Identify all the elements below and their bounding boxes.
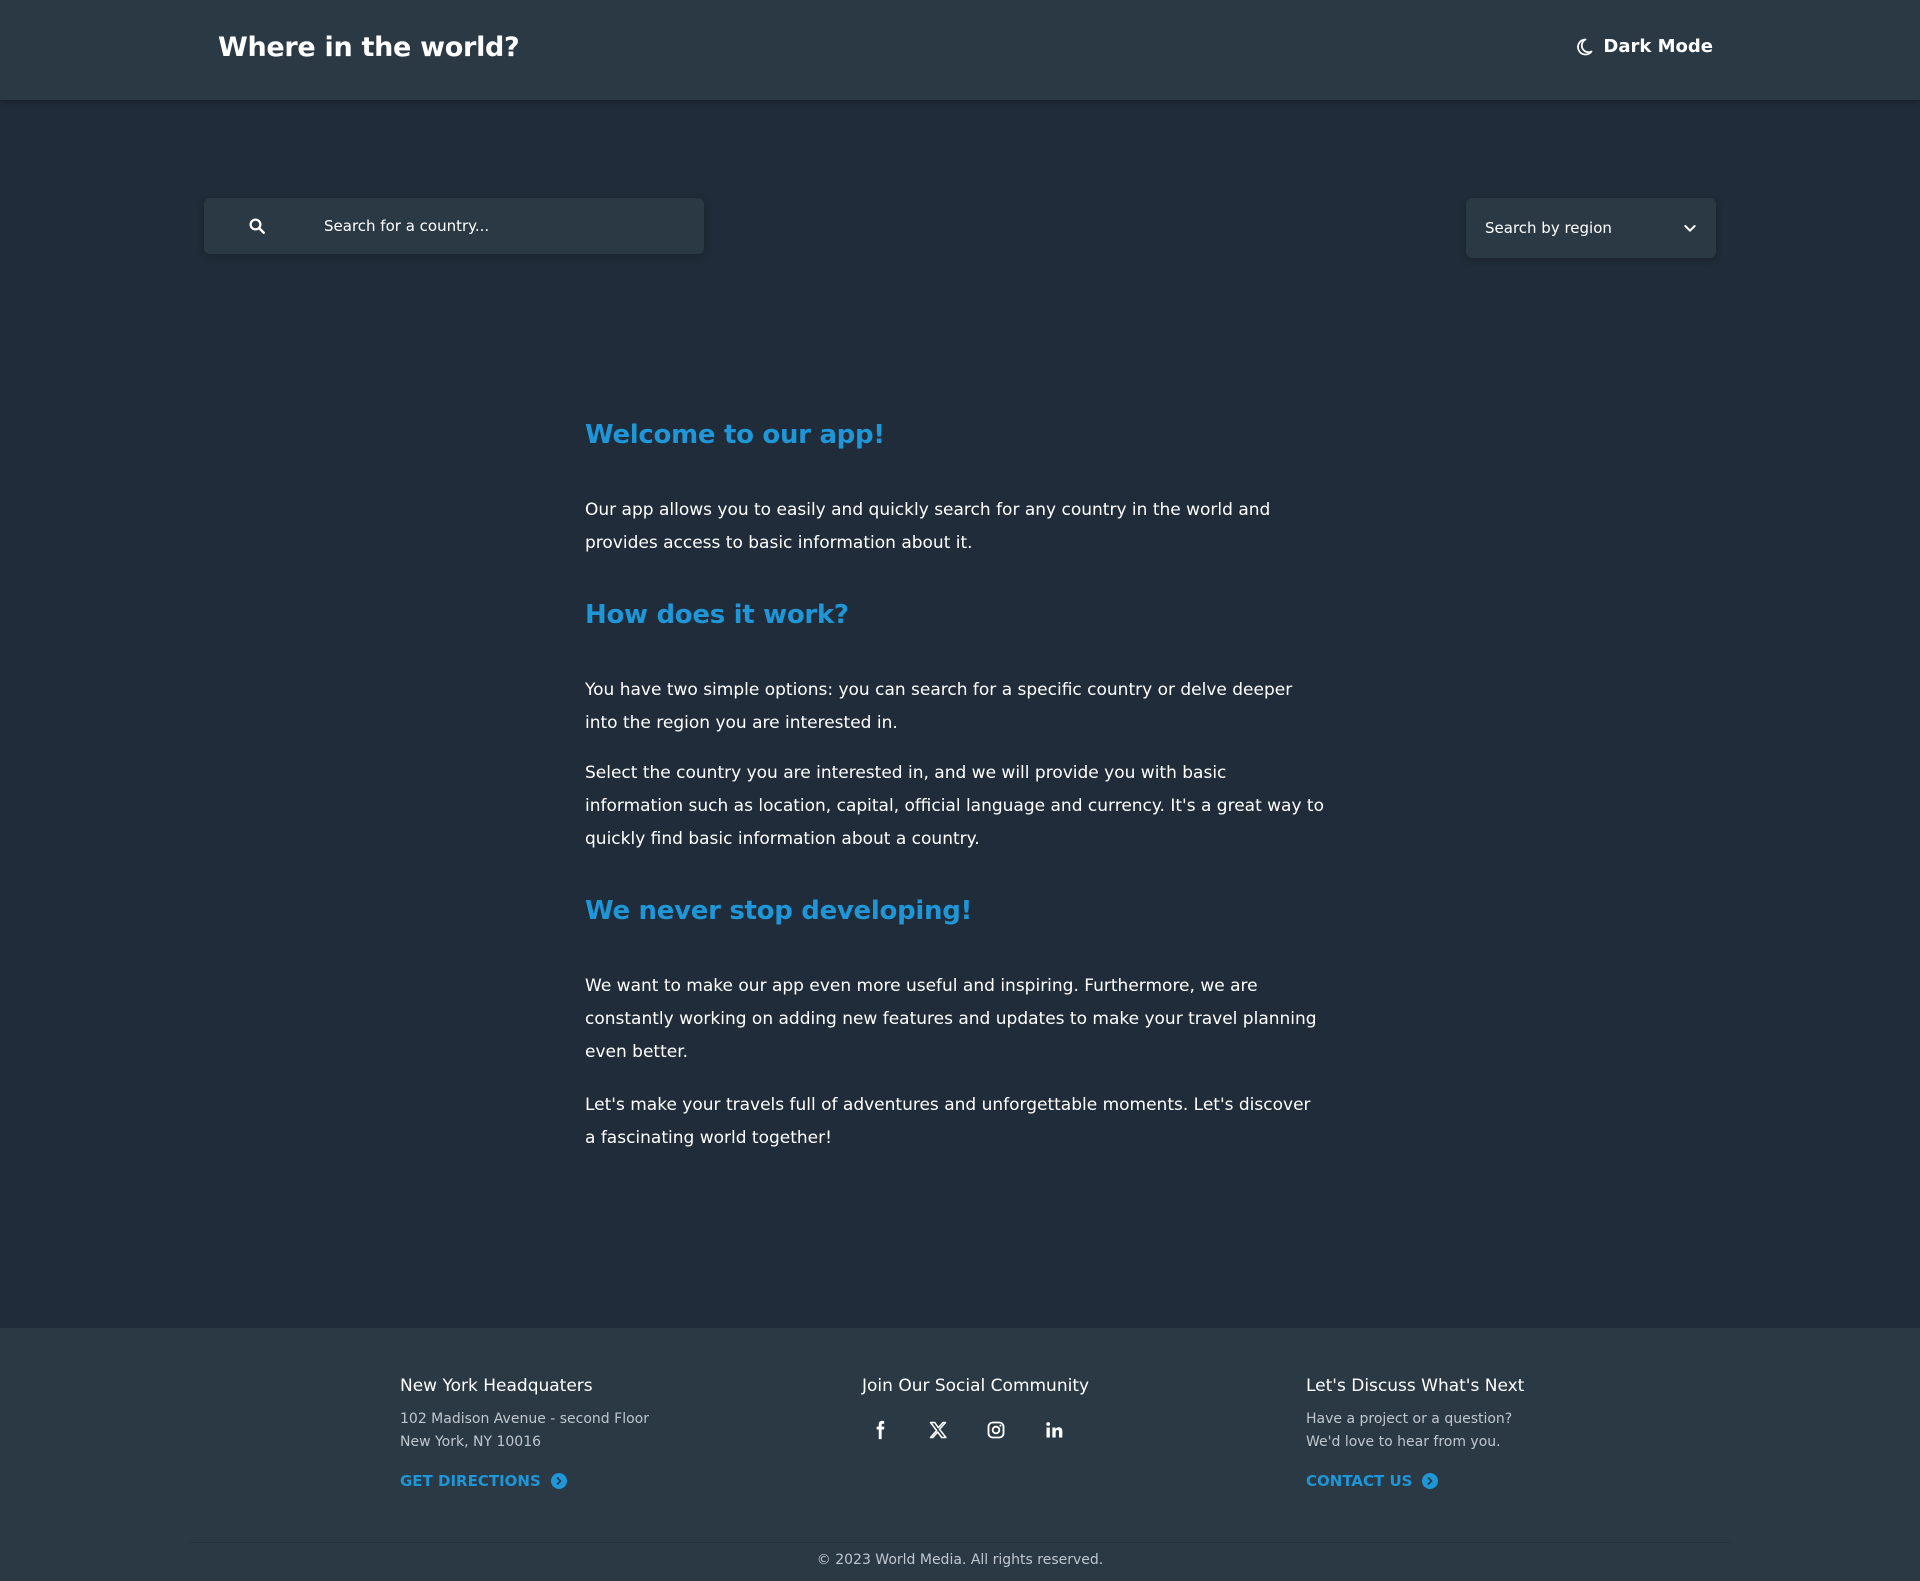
- welcome-paragraph: Our app allows you to easily and quickly…: [585, 500, 1271, 553]
- how-paragraph-1: You have two simple options: you can sea…: [585, 680, 1293, 733]
- section-heading-how-it-works: How does it work?: [585, 600, 849, 630]
- footer-social-title: Join Our Social Community: [862, 1376, 1090, 1396]
- footer-contact: Let's Discuss What's Next Have a project…: [1306, 1376, 1524, 1490]
- copyright-text: © 2023 World Media. All rights reserved.: [816, 1552, 1104, 1568]
- contact-us-label: CONTACT US: [1306, 1472, 1413, 1490]
- footer-contact-line-2: We'd love to hear from you.: [1306, 1434, 1501, 1450]
- x-icon[interactable]: [926, 1418, 950, 1442]
- social-links: [862, 1418, 1089, 1442]
- facebook-icon[interactable]: [868, 1418, 892, 1442]
- section-heading-developing: We never stop developing!: [585, 896, 973, 926]
- developing-paragraph-1: We want to make our app even more useful…: [585, 976, 1317, 1062]
- footer-hq-title: New York Headquaters: [400, 1376, 593, 1396]
- app-header: Where in the world? Dark Mode: [0, 0, 1920, 100]
- search-box[interactable]: [204, 198, 704, 254]
- footer-contact-title: Let's Discuss What's Next: [1306, 1376, 1525, 1396]
- app-title: Where in the world?: [218, 32, 520, 63]
- linkedin-icon[interactable]: [1042, 1418, 1066, 1442]
- chevron-down-icon: [1684, 225, 1696, 232]
- footer-social: Join Our Social Community: [862, 1376, 1089, 1442]
- get-directions-label: GET DIRECTIONS: [400, 1472, 541, 1490]
- contact-us-link[interactable]: CONTACT US: [1306, 1472, 1524, 1490]
- site-footer: New York Headquaters 102 Madison Avenue …: [0, 1328, 1920, 1581]
- section-heading-welcome: Welcome to our app!: [585, 420, 885, 450]
- search-input[interactable]: [324, 198, 684, 254]
- get-directions-link[interactable]: GET DIRECTIONS: [400, 1472, 649, 1490]
- chevron-right-icon: [1422, 1473, 1439, 1489]
- footer-hq-address-2: New York, NY 10016: [400, 1434, 542, 1450]
- how-paragraph-2: Select the country you are interested in…: [585, 763, 1324, 849]
- moon-icon: [1577, 38, 1593, 55]
- footer-divider: [190, 1542, 1730, 1543]
- chevron-right-icon: [550, 1473, 567, 1489]
- search-icon: [249, 218, 265, 234]
- footer-hq-address-1: 102 Madison Avenue - second Floor: [400, 1411, 649, 1427]
- region-select[interactable]: Search by region: [1466, 198, 1716, 258]
- instagram-icon[interactable]: [984, 1418, 1008, 1442]
- region-select-label: Search by region: [1485, 219, 1612, 237]
- dark-mode-toggle[interactable]: Dark Mode: [1575, 36, 1713, 57]
- dark-mode-label: Dark Mode: [1603, 36, 1713, 57]
- developing-paragraph-2: Let's make your travels full of adventur…: [585, 1095, 1311, 1148]
- main-content: Welcome to our app! Our app allows you t…: [585, 420, 1325, 1172]
- footer-contact-line-1: Have a project or a question?: [1306, 1411, 1513, 1427]
- footer-hq: New York Headquaters 102 Madison Avenue …: [400, 1376, 649, 1490]
